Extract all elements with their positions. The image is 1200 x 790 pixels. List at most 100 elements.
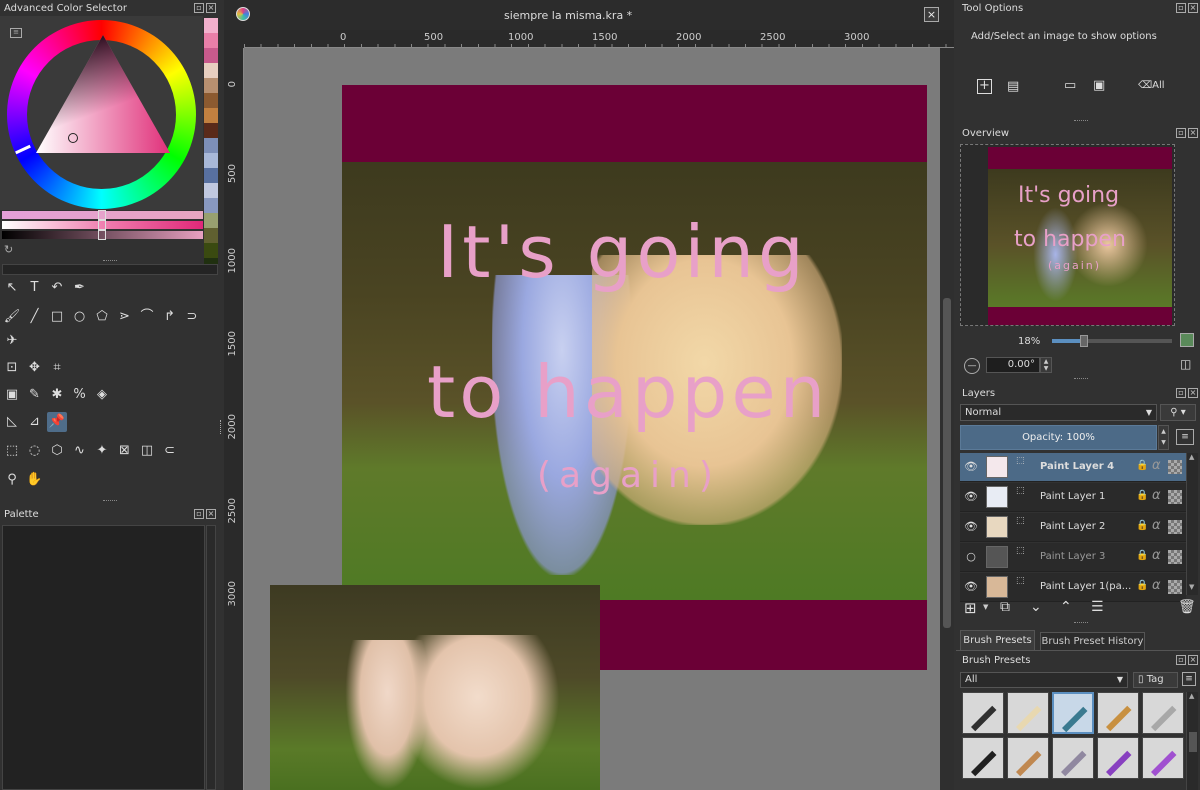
lock-icon[interactable]: 🔒: [1136, 460, 1148, 471]
color-swatch[interactable]: [204, 78, 218, 93]
add-layer-icon[interactable]: ⊞: [964, 599, 977, 617]
blend-mode-select[interactable]: Normal ▼: [960, 404, 1157, 421]
measure-icon[interactable]: ⊿: [25, 412, 45, 432]
layer-row[interactable]: 👁 ⬚ Paint Layer 2 🔒 α: [960, 513, 1186, 542]
reference-image[interactable]: [270, 585, 600, 790]
color-swatch[interactable]: [204, 198, 218, 213]
overview-thumbnail[interactable]: It's going to happen (again): [960, 144, 1175, 326]
move-layer-up-icon[interactable]: ⌃: [1060, 599, 1072, 615]
freehand-select-icon[interactable]: ∿: [70, 441, 90, 461]
delete-layer-icon[interactable]: 🗑: [1178, 599, 1196, 615]
move-layer-down-icon[interactable]: ⌄: [1030, 599, 1042, 615]
magnetic-select-icon[interactable]: ⊂: [160, 441, 180, 461]
brush-preset-tile[interactable]: [1007, 737, 1049, 779]
color-swatch[interactable]: [204, 138, 218, 153]
color-picker-icon[interactable]: ✎: [25, 385, 45, 405]
scroll-up-icon[interactable]: ▲: [1189, 453, 1194, 461]
open-folder-icon[interactable]: ▭: [1064, 78, 1076, 93]
color-swatch[interactable]: [204, 48, 218, 63]
crop-transform-icon[interactable]: ⊡: [2, 358, 22, 378]
scroll-thumb[interactable]: [943, 298, 951, 628]
splitter[interactable]: [1074, 378, 1088, 380]
layer-name[interactable]: Paint Layer 1(pa...: [1040, 581, 1131, 592]
freehand-path-icon[interactable]: ↱: [160, 307, 180, 327]
layer-settings-icon[interactable]: ☰: [1091, 599, 1104, 615]
eye-icon[interactable]: 👁: [964, 520, 978, 534]
add-image-icon[interactable]: +: [977, 79, 992, 94]
ellipse-select-icon[interactable]: ◌: [25, 441, 45, 461]
crop-icon[interactable]: ⌗: [47, 358, 67, 378]
lock-icon[interactable]: 🔒: [1136, 580, 1148, 591]
layer-name[interactable]: Paint Layer 4: [1040, 461, 1114, 472]
color-swatch[interactable]: [204, 18, 218, 33]
text-icon[interactable]: T: [25, 278, 45, 298]
float-icon[interactable]: ▫: [1176, 128, 1186, 138]
brush-preset-tile[interactable]: [1142, 737, 1184, 779]
opacity-spinner[interactable]: ▲ ▼: [1158, 425, 1169, 450]
color-swatch[interactable]: [204, 33, 218, 48]
layer-list-scrollbar[interactable]: ▲ ▼: [1186, 453, 1198, 595]
gradient-icon[interactable]: ▣: [2, 385, 22, 405]
rectangle-icon[interactable]: □: [47, 307, 67, 327]
paste-image-icon[interactable]: ▤: [1007, 79, 1019, 94]
splitter[interactable]: [103, 500, 117, 502]
zoom-slider-handle[interactable]: [1080, 335, 1088, 347]
pointer-icon[interactable]: ↖: [2, 278, 22, 298]
alpha-lock-icon[interactable]: α: [1152, 548, 1161, 563]
layer-properties-icon[interactable]: ≡: [1176, 429, 1194, 445]
scroll-thumb[interactable]: [1189, 732, 1197, 752]
zoom-slider[interactable]: [1052, 335, 1172, 347]
layer-name[interactable]: Paint Layer 1: [1040, 491, 1105, 502]
inherit-alpha-icon[interactable]: [1168, 550, 1182, 564]
alpha-lock-icon[interactable]: α: [1152, 578, 1161, 593]
move-icon[interactable]: ✥: [25, 358, 45, 378]
brush-preset-tile[interactable]: [1142, 692, 1184, 734]
brush-view-icon[interactable]: ≡: [1182, 672, 1196, 686]
duplicate-layer-icon[interactable]: ⧉: [1000, 599, 1010, 615]
color-swatch[interactable]: [204, 183, 218, 198]
assistant-icon[interactable]: ◺: [2, 412, 22, 432]
inherit-alpha-icon[interactable]: [1168, 490, 1182, 504]
float-icon[interactable]: ▫: [1176, 3, 1186, 13]
ellipse-icon[interactable]: ○: [70, 307, 90, 327]
multibrush-icon[interactable]: ✈: [2, 331, 22, 351]
image-canvas[interactable]: It's going to happen (again): [342, 85, 927, 670]
rect-select-icon[interactable]: ⬚: [2, 441, 22, 461]
inherit-alpha-icon[interactable]: [1168, 580, 1182, 594]
alpha-lock-icon[interactable]: α: [1152, 518, 1161, 533]
close-icon[interactable]: ×: [1188, 655, 1198, 665]
alpha-lock-icon[interactable]: α: [1152, 458, 1161, 473]
layer-name[interactable]: Paint Layer 3: [1040, 551, 1105, 562]
tab-brush-presets[interactable]: Brush Presets: [960, 630, 1035, 650]
brush-preset-tile[interactable]: [1052, 737, 1094, 779]
close-icon[interactable]: ×: [206, 509, 216, 519]
lock-icon[interactable]: 🔒: [1136, 520, 1148, 531]
flip-view-icon[interactable]: ◫: [1180, 357, 1191, 371]
bezier-select-icon[interactable]: ◫: [137, 441, 157, 461]
brush-grid-scrollbar[interactable]: ▲: [1186, 692, 1198, 790]
triangle-picker[interactable]: [68, 133, 78, 143]
mirror-view-icon[interactable]: [1180, 333, 1194, 347]
splitter[interactable]: [103, 260, 117, 262]
inherit-alpha-icon[interactable]: [1168, 460, 1182, 474]
layer-row[interactable]: 👁 ⬚ Paint Layer 4 🔒 α: [960, 453, 1186, 482]
delete-all-button[interactable]: ⌫All: [1138, 80, 1165, 91]
polygon-select-icon[interactable]: ⬡: [47, 441, 67, 461]
slider-handle-1[interactable]: [98, 210, 106, 220]
palette-scrollbar[interactable]: [206, 525, 216, 790]
eye-icon[interactable]: 👁: [964, 490, 978, 504]
close-icon[interactable]: ×: [1188, 128, 1198, 138]
fill-shape-icon[interactable]: ✒: [70, 278, 90, 298]
colorize-mask-icon[interactable]: %: [70, 385, 90, 405]
brush-preset-tile[interactable]: [1097, 737, 1139, 779]
close-document-button[interactable]: ×: [924, 7, 939, 22]
v-splitter-handle[interactable]: [220, 420, 223, 434]
alpha-lock-icon[interactable]: α: [1152, 488, 1161, 503]
add-layer-dropdown-icon[interactable]: ▼: [983, 603, 988, 611]
color-swatch[interactable]: [204, 108, 218, 123]
scroll-up-icon[interactable]: ▲: [1189, 692, 1194, 700]
layer-name[interactable]: Paint Layer 2: [1040, 521, 1105, 532]
brush-filter-select[interactable]: All ▼: [960, 672, 1128, 688]
brush-preset-tile[interactable]: [962, 692, 1004, 734]
contiguous-select-icon[interactable]: ✦: [92, 441, 112, 461]
